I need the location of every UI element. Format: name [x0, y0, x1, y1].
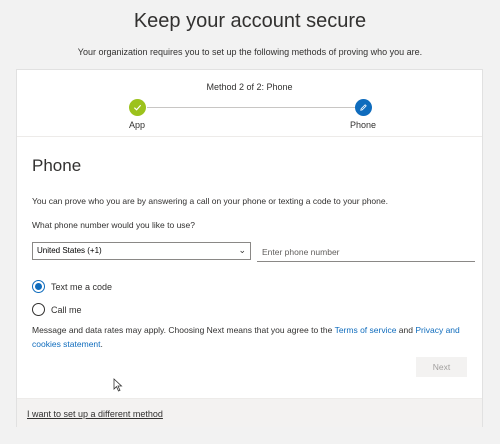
step-phone-label: Phone — [349, 120, 377, 130]
step-app-label: App — [128, 120, 145, 130]
step-phone: Phone — [333, 99, 393, 130]
checkmark-icon — [128, 99, 146, 116]
progress-header: Method 2 of 2: Phone App Phone — [17, 70, 482, 137]
radio-unselected-icon[interactable] — [32, 303, 45, 316]
next-button[interactable]: Next — [416, 357, 467, 377]
card-footer: I want to set up a different method — [17, 398, 482, 427]
method-label: Method 2 of 2: Phone — [206, 82, 293, 92]
option-call-me[interactable]: Call me — [32, 303, 82, 316]
legal-prefix: Message and data rates may apply. Choosi… — [32, 325, 335, 335]
legal-and: and — [396, 325, 416, 335]
page-title: Keep your account secure — [133, 10, 367, 32]
option-text-me-label: Text me a code — [51, 281, 113, 292]
pencil-icon — [354, 99, 372, 116]
option-text-me[interactable]: Text me a code — [32, 280, 112, 293]
country-code-value: United States (+1) — [37, 246, 102, 255]
mouse-pointer-icon — [113, 378, 123, 392]
method-description: You can prove who you are by answering a… — [32, 196, 388, 206]
phone-number-input[interactable] — [257, 242, 475, 262]
legal-suffix: . — [100, 339, 103, 349]
phone-question: What phone number would you like to use? — [32, 220, 196, 230]
terms-link[interactable]: Terms of service — [335, 325, 397, 335]
country-code-select[interactable]: United States (+1) ⌄ — [32, 242, 251, 260]
different-method-link[interactable]: I want to set up a different method — [27, 409, 163, 419]
legal-notice: Message and data rates may apply. Choosi… — [32, 323, 472, 351]
chevron-down-icon: ⌄ — [238, 245, 246, 255]
page-subtitle: Your organization requires you to set up… — [77, 47, 423, 57]
radio-selected-icon[interactable] — [32, 280, 45, 293]
setup-card: Method 2 of 2: Phone App Phone Phone You… — [16, 69, 483, 427]
section-title: Phone — [32, 156, 82, 175]
step-app: App — [107, 99, 167, 130]
progress-line — [147, 107, 362, 108]
option-call-me-label: Call me — [51, 304, 82, 315]
